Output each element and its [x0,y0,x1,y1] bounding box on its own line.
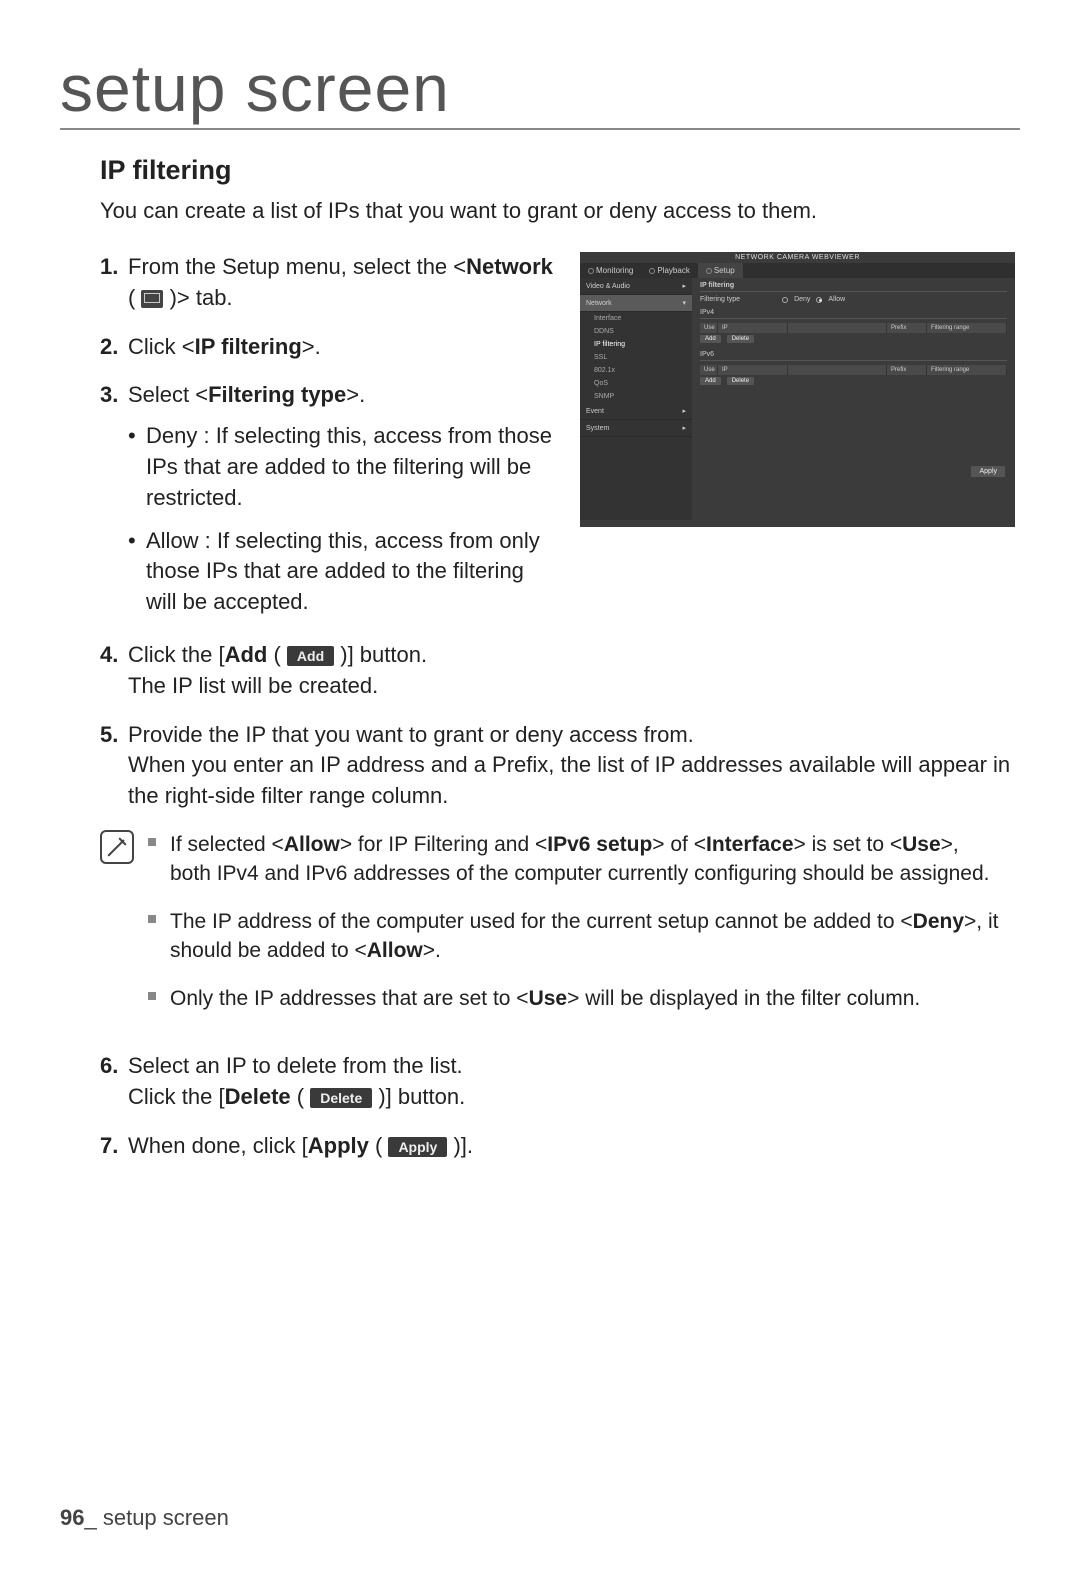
step-7-c: ( [369,1133,389,1158]
footer-label: setup screen [103,1505,229,1530]
step-2: 2. Click <IP filtering>. [100,332,560,363]
note-1: If selected <Allow> for IP Filtering and… [148,830,1000,889]
step-3: 3. Select <Filtering type>. Deny : If se… [100,380,560,618]
page-number: 96 [60,1505,84,1530]
sidebar-event[interactable]: Event▸ [580,403,692,420]
sidebar-qos[interactable]: QoS [580,377,692,390]
step-5: 5. Provide the IP that you want to grant… [100,720,1020,812]
ipv4-heading: IPv4 [700,309,1007,316]
sidebar-8021x[interactable]: 802.1x [580,364,692,377]
step-5-line2: When you enter an IP address and a Prefi… [128,752,1010,808]
sidebar-network[interactable]: Network▾ [580,295,692,312]
ipv6-add-button[interactable]: Add [700,377,721,385]
monitor-icon [141,290,163,308]
step-1-text-c: )> tab. [163,285,232,310]
tab-monitoring[interactable]: Monitoring [580,263,641,278]
step-7: 7. When done, click [Apply ( Apply )]. [100,1131,1020,1162]
step-3-a: Select < [128,382,208,407]
sidebar-video-audio[interactable]: Video & Audio▸ [580,278,692,295]
ipv6-header-row: UseIPPrefixFiltering range [700,365,1007,375]
step-1-text-a: From the Setup menu, select the < [128,254,466,279]
panel-heading: IP filtering [700,282,1007,289]
radio-allow[interactable] [816,297,822,303]
step-4: 4. Click the [Add ( Add )] button. The I… [100,640,1020,702]
sidebar-ip-filtering[interactable]: IP filtering [580,338,692,351]
step-7-d: )]. [447,1133,473,1158]
step-6-a: Click the [ [128,1084,225,1109]
sidebar-system[interactable]: System▸ [580,420,692,437]
step-1-text-b: ( [128,285,141,310]
tab-playback[interactable]: Playback [641,263,697,278]
filtering-type-label: Filtering type [700,296,740,303]
ipv4-delete-button[interactable]: Delete [727,335,754,343]
ipv4-header-row: UseIPPrefixFiltering range [700,323,1007,333]
step-4-line2: The IP list will be created. [128,673,378,698]
step-3-sub-allow: Allow : If selecting this, access from o… [128,526,560,618]
step-6-line1: Select an IP to delete from the list. [128,1053,463,1078]
page-footer: 96_ setup screen [60,1505,229,1531]
step-4-d: )] button. [334,642,427,667]
step-3-sub-deny: Deny : If selecting this, access from th… [128,421,560,513]
note-3: Only the IP addresses that are set to <U… [148,984,1000,1013]
step-7-b: Apply [308,1133,369,1158]
step-3-b: Filtering type [208,382,346,407]
ipv6-delete-button[interactable]: Delete [727,377,754,385]
step-2-b: IP filtering [195,334,302,359]
tab-setup[interactable]: Setup [698,263,743,278]
chapter-title: setup screen [60,50,1020,130]
delete-button-inline: Delete [310,1088,372,1108]
step-4-a: Click the [ [128,642,225,667]
step-3-c: >. [346,382,365,407]
radio-deny[interactable] [782,297,788,303]
step-6-d: )] button. [372,1084,465,1109]
step-2-a: Click < [128,334,195,359]
section-heading: IP filtering [100,155,1020,186]
ipv6-heading: IPv6 [700,351,1007,358]
step-5-line1: Provide the IP that you want to grant or… [128,722,694,747]
sidebar-ddns[interactable]: DDNS [580,325,692,338]
add-button-inline: Add [287,646,334,666]
step-6: 6. Select an IP to delete from the list.… [100,1051,1020,1113]
step-1: 1. From the Setup menu, select the <Netw… [100,252,560,314]
step-1-network: Network [466,254,553,279]
sidebar-interface[interactable]: Interface [580,312,692,325]
step-4-c: ( [267,642,287,667]
step-6-b: Delete [225,1084,291,1109]
apply-button[interactable]: Apply [971,466,1005,477]
apply-button-inline: Apply [388,1137,447,1157]
sidebar-ssl[interactable]: SSL [580,351,692,364]
sidebar-snmp[interactable]: SNMP [580,390,692,403]
step-7-a: When done, click [ [128,1133,308,1158]
app-title: NETWORK CAMERA WEBVIEWER [580,252,1015,263]
note-icon [100,830,134,864]
intro-text: You can create a list of IPs that you wa… [100,198,1020,224]
ipv4-add-button[interactable]: Add [700,335,721,343]
note-2: The IP address of the computer used for … [148,907,1000,966]
embedded-screenshot: NETWORK CAMERA WEBVIEWER Monitoring Play… [580,252,1015,527]
step-4-b: Add [225,642,268,667]
step-6-c: ( [291,1084,311,1109]
step-2-c: >. [302,334,321,359]
